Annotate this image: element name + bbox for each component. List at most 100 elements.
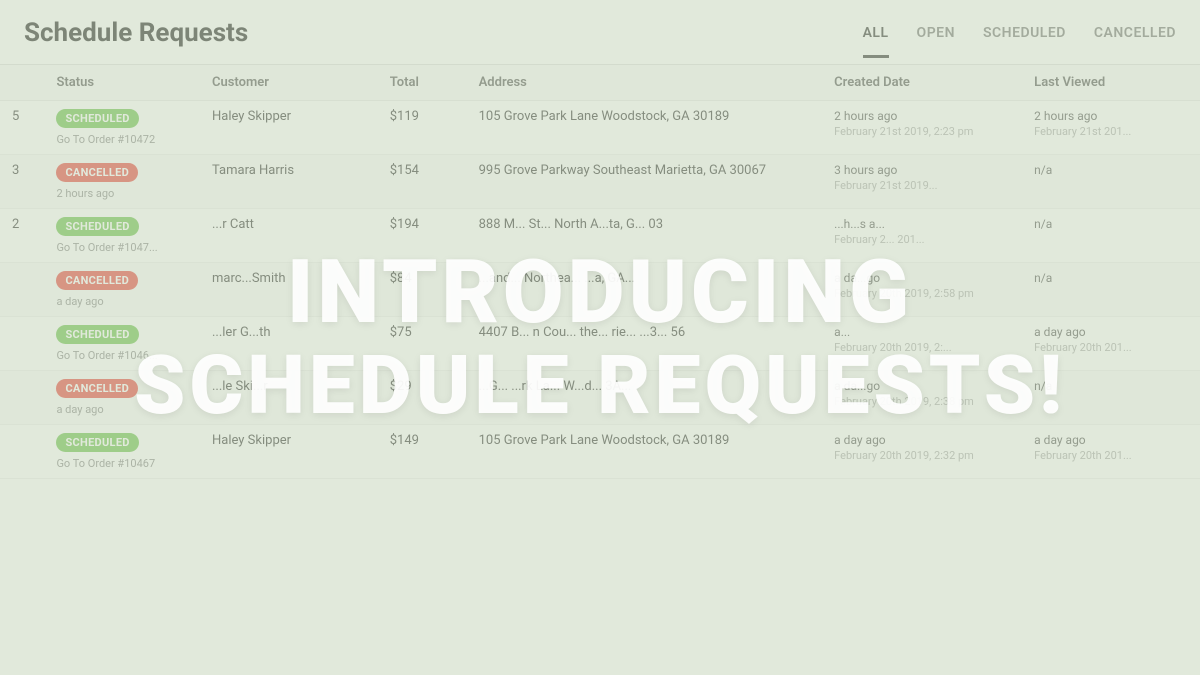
cell-status: CANCELLED a day ago bbox=[44, 371, 200, 425]
table-header-row: Status Customer Total Address Created Da… bbox=[0, 65, 1200, 101]
cell-lastviewed: n/a bbox=[1022, 155, 1200, 209]
cell-status: SCHEDULED Go To Order #1046... bbox=[44, 317, 200, 371]
col-header-created: Created Date bbox=[822, 65, 1022, 101]
viewed-sub: February 20th 201... bbox=[1034, 341, 1188, 354]
cell-address: 888 M... St... North A...ta, G... 03 bbox=[467, 209, 823, 263]
created-sub: February 21st 2019... bbox=[834, 179, 1010, 192]
cell-id bbox=[0, 263, 44, 317]
viewed-main: a day ago bbox=[1034, 433, 1188, 447]
col-header-lastviewed: Last Viewed bbox=[1022, 65, 1200, 101]
cell-status: SCHEDULED Go To Order #10472 bbox=[44, 101, 200, 155]
status-sub: a day ago bbox=[56, 403, 188, 416]
cell-address: 105 Grove Park Lane Woodstock, GA 30189 bbox=[467, 101, 823, 155]
cell-address: 995 Grove Parkway Southeast Marietta, GA… bbox=[467, 155, 823, 209]
status-sub: 2 hours ago bbox=[56, 187, 188, 200]
cell-id bbox=[0, 371, 44, 425]
cell-status: CANCELLED a day ago bbox=[44, 263, 200, 317]
status-sub: a day ago bbox=[56, 295, 188, 308]
tab-scheduled[interactable]: SCHEDULED bbox=[983, 25, 1066, 58]
cell-id: 2 bbox=[0, 209, 44, 263]
viewed-main: n/a bbox=[1034, 217, 1188, 231]
viewed-main: n/a bbox=[1034, 163, 1188, 177]
viewed-main: n/a bbox=[1034, 271, 1188, 285]
cell-created: a da...go February 20th 2019, 2:38 pm bbox=[822, 371, 1022, 425]
cell-customer: Tamara Harris bbox=[200, 155, 378, 209]
tab-all[interactable]: ALL bbox=[863, 25, 889, 58]
created-main: ...h...s a... bbox=[834, 217, 1010, 231]
header: Schedule Requests ALL OPEN SCHEDULED CAN… bbox=[0, 0, 1200, 65]
status-badge: SCHEDULED bbox=[56, 217, 138, 236]
viewed-main: 2 hours ago bbox=[1034, 109, 1188, 123]
cell-address: ...and... Northea... ...a, GA... bbox=[467, 263, 823, 317]
status-badge: CANCELLED bbox=[56, 379, 138, 398]
table-row[interactable]: CANCELLED a day ago marc...Smith $84 ...… bbox=[0, 263, 1200, 317]
viewed-main: n/a bbox=[1034, 379, 1188, 393]
viewed-sub: February 20th 201... bbox=[1034, 449, 1188, 462]
status-sub: Go To Order #1047... bbox=[56, 241, 188, 254]
tab-navigation: ALL OPEN SCHEDULED CANCELLED bbox=[863, 25, 1176, 58]
created-main: a... bbox=[834, 325, 1010, 339]
col-header-status: Status bbox=[44, 65, 200, 101]
cell-created: ...h...s a... February 2... 201... bbox=[822, 209, 1022, 263]
cell-id: 3 bbox=[0, 155, 44, 209]
viewed-main: a day ago bbox=[1034, 325, 1188, 339]
cell-created: a... February 20th 2019, 2:... bbox=[822, 317, 1022, 371]
viewed-sub: February 21st 201... bbox=[1034, 125, 1188, 138]
cell-customer: marc...Smith bbox=[200, 263, 378, 317]
status-badge: SCHEDULED bbox=[56, 109, 138, 128]
schedule-requests-table: Status Customer Total Address Created Da… bbox=[0, 65, 1200, 479]
cell-address: 105 Grove Park Lane Woodstock, GA 30189 bbox=[467, 425, 823, 479]
table-row[interactable]: SCHEDULED Go To Order #10467 Haley Skipp… bbox=[0, 425, 1200, 479]
created-sub: February 2... 201... bbox=[834, 233, 1010, 246]
created-sub: February 20th 2019, 2:32 pm bbox=[834, 449, 1010, 462]
cell-total: $154 bbox=[378, 155, 467, 209]
created-main: a da...go bbox=[834, 379, 1010, 393]
status-badge: CANCELLED bbox=[56, 163, 138, 182]
cell-id bbox=[0, 317, 44, 371]
created-sub: February 20th 2019, 2:58 pm bbox=[834, 287, 1010, 300]
created-sub: February 21st 2019, 2:23 pm bbox=[834, 125, 1010, 138]
status-sub: Go To Order #1046... bbox=[56, 349, 188, 362]
table-row[interactable]: 3 CANCELLED 2 hours ago Tamara Harris $1… bbox=[0, 155, 1200, 209]
status-badge: SCHEDULED bbox=[56, 433, 138, 452]
cell-customer: ...le Ski...r bbox=[200, 371, 378, 425]
table-container: Status Customer Total Address Created Da… bbox=[0, 65, 1200, 479]
cell-status: SCHEDULED Go To Order #1047... bbox=[44, 209, 200, 263]
cell-total: $29 bbox=[378, 371, 467, 425]
col-header-customer: Customer bbox=[200, 65, 378, 101]
col-header-address: Address bbox=[467, 65, 823, 101]
cell-lastviewed: a day ago February 20th 201... bbox=[1022, 425, 1200, 479]
cell-customer: ...ler G...th bbox=[200, 317, 378, 371]
created-sub: February 20th 2019, 2:38 pm bbox=[834, 395, 1010, 408]
tab-open[interactable]: OPEN bbox=[917, 25, 955, 58]
cell-address: 4407 B... n Cou... the... rie... ...3...… bbox=[467, 317, 823, 371]
cell-created: a da...go February 20th 2019, 2:58 pm bbox=[822, 263, 1022, 317]
cell-total: $119 bbox=[378, 101, 467, 155]
cell-total: $75 bbox=[378, 317, 467, 371]
cell-status: SCHEDULED Go To Order #10467 bbox=[44, 425, 200, 479]
table-row[interactable]: SCHEDULED Go To Order #1046... ...ler G.… bbox=[0, 317, 1200, 371]
cell-customer: Haley Skipper bbox=[200, 101, 378, 155]
created-main: a day ago bbox=[834, 433, 1010, 447]
created-main: 3 hours ago bbox=[834, 163, 1010, 177]
cell-lastviewed: a day ago February 20th 201... bbox=[1022, 317, 1200, 371]
table-row[interactable]: 5 SCHEDULED Go To Order #10472 Haley Ski… bbox=[0, 101, 1200, 155]
status-badge: CANCELLED bbox=[56, 271, 138, 290]
cell-lastviewed: n/a bbox=[1022, 209, 1200, 263]
table-row[interactable]: CANCELLED a day ago ...le Ski...r $29 ..… bbox=[0, 371, 1200, 425]
cell-id: 5 bbox=[0, 101, 44, 155]
col-header-total: Total bbox=[378, 65, 467, 101]
cell-lastviewed: n/a bbox=[1022, 371, 1200, 425]
status-sub: Go To Order #10472 bbox=[56, 133, 188, 146]
cell-created: 2 hours ago February 21st 2019, 2:23 pm bbox=[822, 101, 1022, 155]
created-main: a da...go bbox=[834, 271, 1010, 285]
tab-cancelled[interactable]: CANCELLED bbox=[1094, 25, 1176, 58]
cell-total: $194 bbox=[378, 209, 467, 263]
page-title: Schedule Requests bbox=[24, 18, 248, 64]
status-sub: Go To Order #10467 bbox=[56, 457, 188, 470]
created-main: 2 hours ago bbox=[834, 109, 1010, 123]
cell-customer: Haley Skipper bbox=[200, 425, 378, 479]
table-row[interactable]: 2 SCHEDULED Go To Order #1047... ...r Ca… bbox=[0, 209, 1200, 263]
cell-id bbox=[0, 425, 44, 479]
cell-address: ...G... ...rk La... W...d... 3A... bbox=[467, 371, 823, 425]
